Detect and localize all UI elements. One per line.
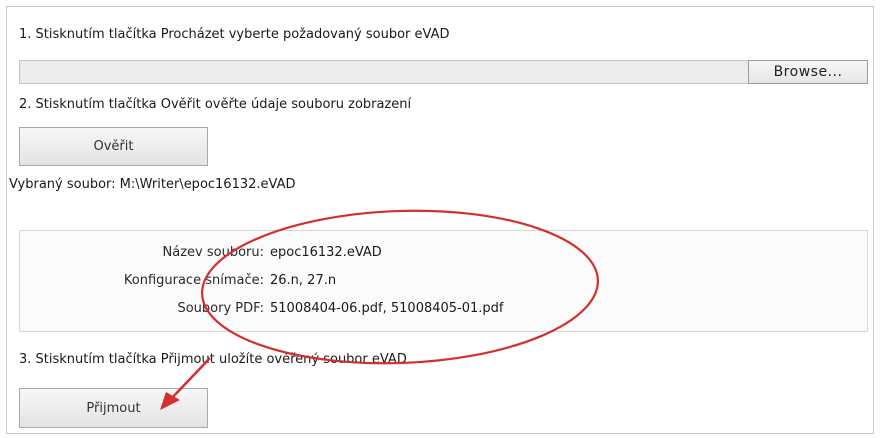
info-row-filename: Název souboru: epoc16132.eVAD [20, 245, 867, 263]
info-row-pdf-files: Soubory PDF: 51008404-06.pdf, 51008405-0… [20, 301, 867, 319]
step3-instruction: 3. Stisknutím tlačítka Přijmout uložíte … [19, 352, 407, 367]
browse-button[interactable]: Browse... [748, 60, 868, 84]
verify-button[interactable]: Ověřit [19, 127, 208, 166]
step2-instruction: 2. Stisknutím tlačítka Ověřit ověřte úda… [19, 97, 412, 112]
accept-button[interactable]: Přijmout [19, 388, 208, 428]
file-path-input[interactable]: Browse... [19, 60, 868, 84]
file-info-box: Název souboru: epoc16132.eVAD Konfigurac… [19, 230, 868, 332]
selected-file-text: Vybraný soubor: M:\Writer\epoc16132.eVAD [9, 177, 296, 192]
info-label: Název souboru: [162, 245, 264, 260]
info-label: Soubory PDF: [177, 301, 264, 316]
info-label: Konfigurace snímače: [123, 273, 264, 288]
info-row-sensor-config: Konfigurace snímače: 26.n, 27.n [20, 273, 867, 291]
info-value: epoc16132.eVAD [270, 245, 382, 260]
info-value: 51008404-06.pdf, 51008405-01.pdf [270, 301, 504, 316]
step1-instruction: 1. Stisknutím tlačítka Procházet vyberte… [19, 27, 450, 42]
info-value: 26.n, 27.n [270, 273, 337, 288]
